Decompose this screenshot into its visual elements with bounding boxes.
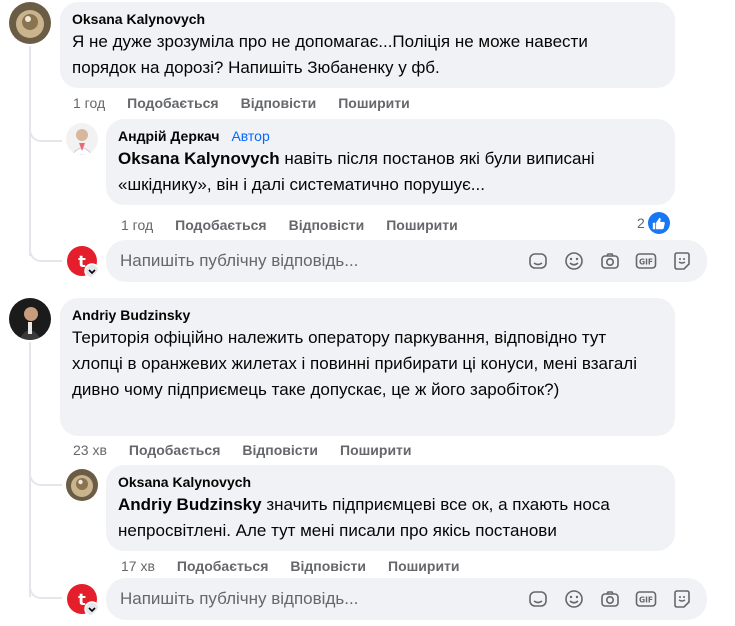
emoji-icon[interactable] [563, 588, 585, 610]
like-button[interactable]: Подобається [177, 558, 268, 574]
avatar-sticker-icon[interactable] [671, 250, 693, 272]
reply-bubble: Андрій Деркач Автор Oksana Kalynovych нав… [106, 119, 675, 205]
reply-input-placeholder: Напишіть публічну відповідь... [120, 589, 359, 608]
reply-button[interactable]: Відповісти [289, 217, 365, 233]
reply-text: Andriy Budzinsky значить підприємцеві вс… [118, 492, 663, 544]
reply-actions: 1 год Подобається Відповісти Поширити [121, 217, 480, 233]
svg-text:GIF: GIF [639, 258, 653, 267]
comment-author[interactable]: Oksana Kalynovych [72, 10, 205, 28]
current-user-avatar[interactable]: t [66, 583, 100, 617]
sticker-icon[interactable] [527, 250, 549, 272]
share-button[interactable]: Поширити [386, 217, 458, 233]
reply-timestamp[interactable]: 17 хв [121, 558, 155, 574]
comment-bubble: Oksana Kalynovych Я не дуже зрозуміла пр… [60, 2, 675, 88]
comment-timestamp[interactable]: 1 год [73, 95, 105, 111]
reply-input[interactable]: Напишіть публічну відповідь... GIF [106, 240, 707, 282]
reaction-summary[interactable]: 2 [637, 212, 670, 234]
thread-elbow [29, 120, 62, 142]
comment-author[interactable]: Andriy Budzinsky [72, 306, 190, 324]
reply-input-placeholder: Напишіть публічну відповідь... [120, 251, 359, 270]
reply-actions: 17 хв Подобається Відповісти Поширити [121, 558, 482, 574]
comment-actions: 1 год Подобається Відповісти Поширити [73, 95, 432, 111]
comment-text: Територія офіційно належить оператору па… [72, 328, 637, 399]
gif-icon[interactable]: GIF [635, 250, 657, 272]
current-user-avatar[interactable]: t [66, 245, 100, 279]
thread-elbow [29, 240, 62, 262]
share-button[interactable]: Поширити [338, 95, 410, 111]
like-button[interactable]: Подобається [129, 442, 220, 458]
reply-button[interactable]: Відповісти [241, 95, 317, 111]
svg-text:GIF: GIF [639, 596, 653, 605]
mention-link[interactable]: Andriy Budzinsky [118, 495, 262, 514]
comment-actions: 23 хв Подобається Відповісти Поширити [73, 442, 434, 458]
composer-icons: GIF [527, 588, 693, 610]
reply-author[interactable]: Oksana Kalynovych [118, 473, 251, 491]
avatar[interactable] [66, 469, 98, 501]
camera-icon[interactable] [599, 588, 621, 610]
reply-button[interactable]: Відповісти [290, 558, 366, 574]
like-button[interactable]: Подобається [175, 217, 266, 233]
comment-bubble: Andriy Budzinsky Територія офіційно нале… [60, 298, 675, 436]
thread-elbow [29, 577, 62, 599]
reply-author[interactable]: Андрій Деркач [118, 127, 219, 145]
comment-timestamp[interactable]: 23 хв [73, 442, 107, 458]
mention-link[interactable]: Oksana Kalynovych [118, 149, 280, 168]
gif-icon[interactable]: GIF [635, 588, 657, 610]
reply-input[interactable]: Напишіть публічну відповідь... GIF [106, 578, 707, 620]
reply-timestamp[interactable]: 1 год [121, 217, 153, 233]
reply-text: Oksana Kalynovych навіть після постанов … [118, 146, 663, 198]
thread-line [29, 46, 31, 256]
thread-elbow [29, 464, 62, 486]
comment-text: Я не дуже зрозуміла про не допомагає...П… [72, 32, 588, 77]
avatar[interactable] [9, 2, 51, 44]
composer-icons: GIF [527, 250, 693, 272]
like-button[interactable]: Подобається [127, 95, 218, 111]
reaction-count: 2 [637, 215, 645, 231]
like-reaction-icon [647, 212, 670, 234]
sticker-icon[interactable] [527, 588, 549, 610]
avatar[interactable] [66, 123, 98, 155]
reply-bubble: Oksana Kalynovych Andriy Budzinsky значи… [106, 465, 675, 551]
reply-button[interactable]: Відповісти [242, 442, 318, 458]
emoji-icon[interactable] [563, 250, 585, 272]
camera-icon[interactable] [599, 250, 621, 272]
avatar[interactable] [9, 298, 51, 340]
avatar-sticker-icon[interactable] [671, 588, 693, 610]
share-button[interactable]: Поширити [340, 442, 412, 458]
share-button[interactable]: Поширити [388, 558, 460, 574]
author-badge: Автор [231, 128, 270, 144]
